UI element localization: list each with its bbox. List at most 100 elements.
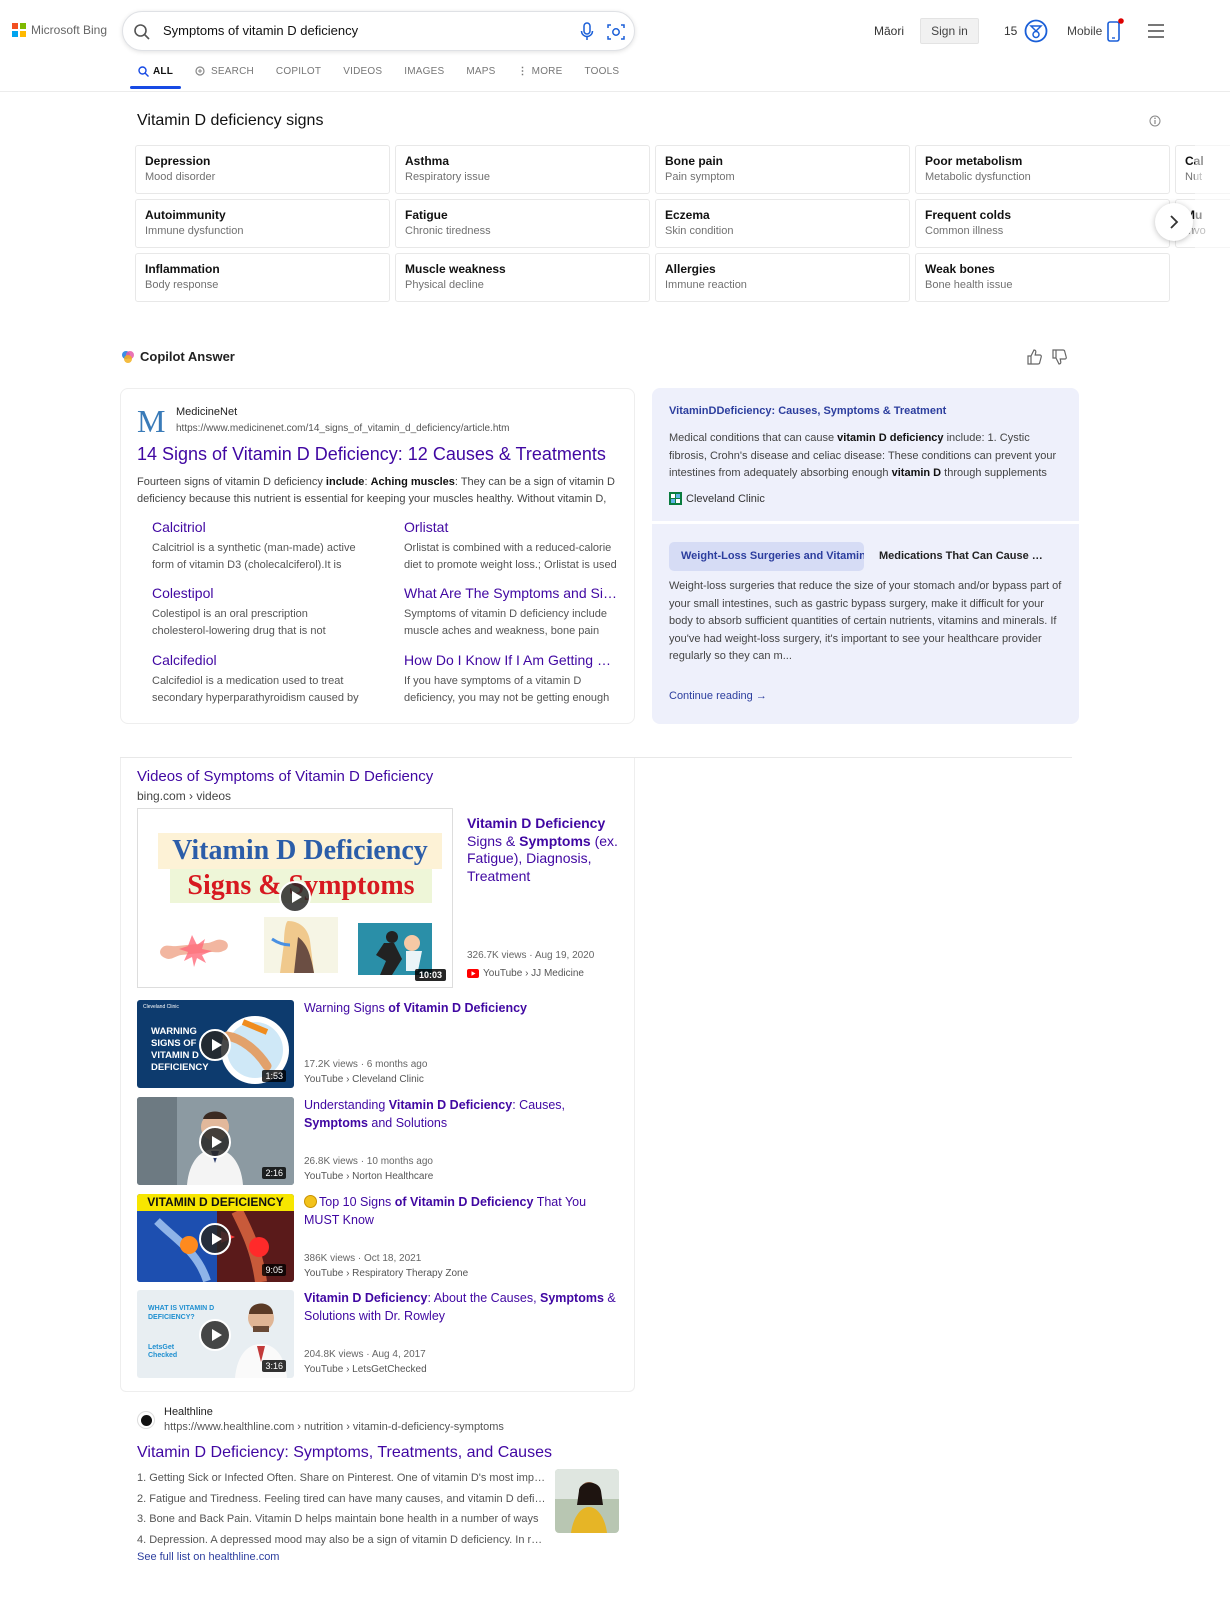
sign-card[interactable]: Allergies Immune reaction (655, 253, 910, 302)
thumbnail-brand: LetsGet Checked (148, 1344, 178, 1359)
signs-carousel: Depression Mood disorder Asthma Respiratory… (135, 145, 1230, 305)
deeplink-title[interactable]: Orlistat (404, 519, 619, 535)
sign-card[interactable]: Depression Mood disorder (135, 145, 390, 194)
source-name: MedicineNet (176, 406, 238, 418)
tab-all[interactable]: ALL (130, 60, 182, 89)
rewards-icon[interactable] (1024, 19, 1048, 43)
thumbs-down-icon[interactable] (1051, 348, 1067, 366)
copilot-answer-panel: VitaminDDeficiency: Causes, Symptoms & T… (652, 388, 1079, 724)
video-item[interactable]: WHAT IS VITAMIN D DEFICIENCY? LetsGet Ch… (137, 1290, 622, 1378)
title-bold: Vitamin D Deficiency (467, 815, 606, 831)
sign-card[interactable]: Weak bones Bone health issue (915, 253, 1170, 302)
mobile-label[interactable]: Mobile (1067, 24, 1102, 38)
title-text: : About the Causes, (427, 1291, 541, 1305)
visual-search-icon[interactable] (606, 22, 626, 42)
thumbs-up-icon[interactable] (1026, 348, 1042, 366)
mobile-phone-icon[interactable] (1106, 18, 1124, 44)
result-title-link[interactable]: 14 Signs of Vitamin D Deficiency: 12 Cau… (137, 444, 622, 465)
play-icon[interactable] (199, 1223, 231, 1255)
deeplink-desc: Calcifediol is a medication used to trea… (152, 675, 359, 704)
answer-tab-weight-loss[interactable]: Weight-Loss Surgeries and Vitamin D (669, 542, 864, 571)
main-video-title[interactable]: Vitamin D Deficiency Signs & Symptoms (e… (467, 815, 622, 885)
tab-label: IMAGES (404, 66, 445, 77)
play-icon[interactable] (199, 1319, 231, 1351)
sign-card[interactable]: Autoimmunity Immune dysfunction (135, 199, 390, 248)
video-title[interactable]: Understanding Vitamin D Deficiency: Caus… (304, 1097, 619, 1132)
answer-source[interactable]: Cleveland Clinic (669, 492, 765, 505)
video-item[interactable]: VITAMIN D DEFICIENCY 9:05 Top 10 Signs o… (137, 1194, 622, 1282)
sign-card[interactable]: Bone pain Pain symptom (655, 145, 910, 194)
continue-reading-link[interactable]: Continue reading → (669, 690, 767, 702)
tab-maps[interactable]: MAPS (458, 60, 503, 89)
deeplink-title[interactable]: Calcifediol (152, 652, 367, 668)
video-title[interactable]: Top 10 Signs of Vitamin D Deficiency Tha… (304, 1194, 619, 1229)
snippet-text: Fourteen signs of vitamin D deficiency (137, 476, 326, 488)
carousel-next-button[interactable] (1155, 203, 1193, 241)
answer-tab-medications[interactable]: Medications That Can Cause … (879, 542, 1043, 571)
sign-card[interactable]: Muscle weakness Physical decline (395, 253, 650, 302)
result-title-link[interactable]: Vitamin D Deficiency: Symptoms, Treatmen… (137, 1444, 552, 1462)
video-thumbnail[interactable]: VITAMIN D DEFICIENCY 9:05 (137, 1194, 294, 1282)
sign-card[interactable]: Frequent colds Common illness (915, 199, 1170, 248)
video-duration: 2:16 (262, 1167, 286, 1179)
more-dots-icon: ⋮ (517, 66, 528, 77)
copilot-title: Copilot Answer (140, 349, 235, 364)
copilot-icon (122, 350, 134, 363)
sign-card[interactable]: Asthma Respiratory issue (395, 145, 650, 194)
videos-title-link[interactable]: Videos of Symptoms of Vitamin D Deficien… (137, 768, 433, 785)
play-icon[interactable] (199, 1126, 231, 1158)
title-text: Signs & (467, 832, 520, 849)
tab-videos[interactable]: VIDEOS (335, 60, 390, 89)
tab-tools[interactable]: TOOLS (576, 60, 627, 89)
search-input[interactable] (163, 23, 563, 38)
source-url[interactable]: https://www.medicinenet.com/14_signs_of_… (176, 423, 510, 434)
video-title[interactable]: Vitamin D Deficiency: About the Causes, … (304, 1290, 619, 1325)
video-duration: 1:53 (262, 1070, 286, 1082)
source-url[interactable]: https://www.healthline.com › nutrition ›… (164, 1421, 504, 1433)
tab-more[interactable]: ⋮ MORE (509, 60, 570, 89)
video-duration: 10:03 (414, 969, 446, 981)
deeplink-title[interactable]: How Do I Know If I Am Getting Enough (404, 652, 619, 668)
see-full-list-link[interactable]: See full list on healthline.com (137, 1551, 279, 1563)
cleveland-clinic-icon (669, 492, 682, 505)
sign-title: Allergies (665, 262, 716, 276)
microsoft-logo-icon (12, 23, 26, 37)
video-source-text: YouTube › JJ Medicine (483, 968, 584, 979)
play-icon[interactable] (199, 1029, 231, 1061)
language-link[interactable]: Māori (874, 24, 904, 38)
info-icon[interactable] (1149, 115, 1161, 127)
bing-logo[interactable]: Microsoft Bing (12, 23, 107, 37)
deeplink-title[interactable]: Calcitriol (152, 519, 367, 535)
videos-source: bing.com › videos (137, 789, 232, 803)
tab-copilot[interactable]: COPILOT (268, 60, 329, 89)
main-video-thumbnail[interactable]: Vitamin D Deficiency Signs & Symptoms 10… (137, 808, 453, 988)
play-icon[interactable] (279, 881, 311, 913)
microphone-icon[interactable] (580, 22, 594, 42)
video-title[interactable]: Warning Signs of Vitamin D Deficiency (304, 1000, 619, 1018)
sign-card[interactable]: Eczema Skin condition (655, 199, 910, 248)
sign-card[interactable]: Inflammation Body response (135, 253, 390, 302)
deeplink-title[interactable]: Colestipol (152, 585, 367, 601)
sign-card[interactable]: Poor metabolism Metabolic dysfunction (915, 145, 1170, 194)
result-image[interactable] (555, 1469, 619, 1533)
search-icon[interactable] (133, 23, 151, 41)
rewards-count[interactable]: 15 (1004, 24, 1017, 38)
source-name: Healthline (164, 1406, 213, 1418)
sign-card[interactable]: Fatigue Chronic tiredness (395, 199, 650, 248)
video-thumbnail[interactable]: Cleveland Clinic WARNING SIGNS OF VITAMI… (137, 1000, 294, 1088)
video-meta: 326.7K views · Aug 19, 2020 (467, 950, 595, 961)
video-item[interactable]: 2:16 Understanding Vitamin D Deficiency:… (137, 1097, 622, 1185)
hamburger-menu-icon[interactable] (1147, 23, 1165, 39)
thumbnail-text: Vitamin D Deficiency (158, 833, 442, 869)
tab-images[interactable]: IMAGES (396, 60, 452, 89)
sign-in-button[interactable]: Sign in (920, 18, 979, 44)
video-thumbnail[interactable]: WHAT IS VITAMIN D DEFICIENCY? LetsGet Ch… (137, 1290, 294, 1378)
video-thumbnail[interactable]: 2:16 (137, 1097, 294, 1185)
video-item[interactable]: Cleveland Clinic WARNING SIGNS OF VITAMI… (137, 1000, 622, 1088)
tab-search[interactable]: SEARCH (187, 60, 262, 89)
sign-subtitle: Bone health issue (925, 279, 1013, 291)
deeplink-title[interactable]: What Are The Symptoms and Signs (404, 585, 619, 601)
sign-subtitle: Respiratory issue (405, 171, 490, 183)
snippet-bold: include (325, 476, 365, 488)
answer-title-link[interactable]: VitaminDDeficiency: Causes, Symptoms & T… (669, 405, 1059, 417)
